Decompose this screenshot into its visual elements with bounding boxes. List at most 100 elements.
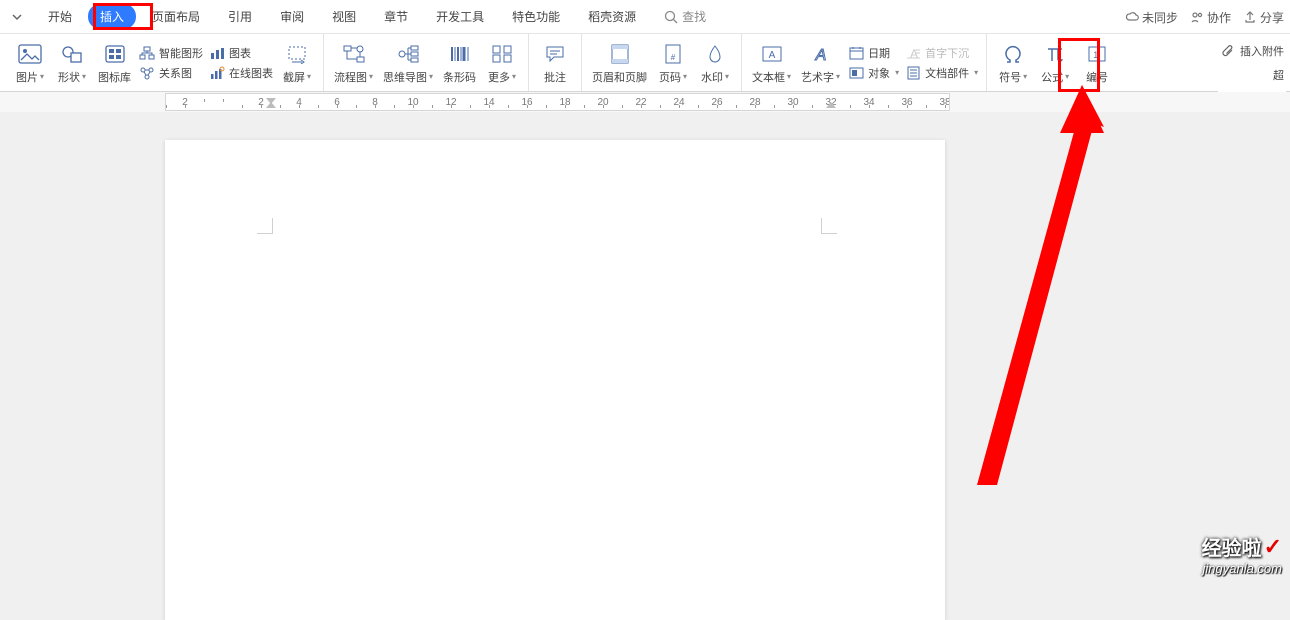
chart-button[interactable]: 图表 bbox=[207, 44, 275, 62]
chart-icon bbox=[209, 45, 225, 61]
comment-button[interactable]: 批注 bbox=[535, 39, 575, 87]
tab-pagelayout[interactable]: 页面布局 bbox=[140, 4, 212, 29]
relation-button[interactable]: 关系图 bbox=[137, 64, 205, 82]
search-label: 查找 bbox=[682, 8, 706, 25]
collab-label: 协作 bbox=[1207, 9, 1231, 26]
picture-button[interactable]: 图片▾ bbox=[10, 39, 50, 87]
ruler-tick: 2 bbox=[166, 97, 204, 108]
collab-button[interactable]: 协作 bbox=[1190, 9, 1231, 26]
picture-label: 图片 bbox=[16, 69, 38, 85]
watermark-title: 经验啦 bbox=[1202, 532, 1262, 561]
mindmap-button[interactable]: 思维导图▾ bbox=[379, 39, 437, 87]
comment-icon bbox=[542, 41, 568, 67]
object-button[interactable]: 对象▾ bbox=[846, 64, 901, 82]
onlinechart-button[interactable]: 在线图表 bbox=[207, 64, 275, 82]
smartart-button[interactable]: 智能图形 bbox=[137, 44, 205, 62]
tab-reference[interactable]: 引用 bbox=[216, 4, 264, 29]
svg-text:A: A bbox=[768, 50, 775, 61]
ruler-tick: 28 bbox=[736, 97, 774, 108]
chart-label: 图表 bbox=[229, 45, 251, 61]
pagenum-button[interactable]: # 页码▾ bbox=[653, 39, 693, 87]
svg-text:A: A bbox=[814, 47, 826, 64]
share-icon bbox=[1243, 10, 1257, 24]
paperclip-icon bbox=[1220, 43, 1236, 59]
ruler-area: 2 2 4 6 8 10 12 14 16 18 20 22 24 26 28 … bbox=[0, 92, 1290, 112]
wordart-icon: A bbox=[808, 41, 834, 67]
headerfooter-button[interactable]: 页眉和页脚 bbox=[588, 39, 651, 87]
svg-text:#: # bbox=[671, 53, 676, 62]
date-button[interactable]: 日期 bbox=[846, 44, 901, 62]
horizontal-ruler[interactable]: 2 2 4 6 8 10 12 14 16 18 20 22 24 26 28 … bbox=[165, 93, 950, 111]
tab-features[interactable]: 特色功能 bbox=[500, 4, 572, 29]
menu-dropdown[interactable] bbox=[8, 8, 26, 26]
dropcap-icon: A bbox=[905, 45, 921, 61]
tab-view[interactable]: 视图 bbox=[320, 4, 368, 29]
date-icon bbox=[848, 45, 864, 61]
numbering-button[interactable]: 1. 编号 bbox=[1077, 39, 1117, 87]
tab-review[interactable]: 审阅 bbox=[268, 4, 316, 29]
shapes-button[interactable]: 形状▾ bbox=[52, 39, 92, 87]
watermark-icon bbox=[702, 41, 728, 67]
watermark-label: 水印 bbox=[701, 69, 723, 85]
share-button[interactable]: 分享 bbox=[1243, 9, 1284, 26]
shapes-icon bbox=[59, 41, 85, 67]
indent-marker-right[interactable] bbox=[826, 94, 836, 111]
equation-button[interactable]: 公式▾ bbox=[1035, 39, 1075, 87]
chevron-down-icon bbox=[12, 12, 22, 22]
textbox-icon: A bbox=[759, 41, 785, 67]
document-page[interactable] bbox=[165, 140, 945, 620]
ribbon-group-diagrams: 流程图▾ 思维导图▾ 条形码 更多▾ bbox=[324, 34, 529, 91]
iconlib-button[interactable]: 图标库 bbox=[94, 39, 135, 87]
docparts-label: 文档部件 bbox=[925, 65, 969, 81]
smartart-icon bbox=[139, 45, 155, 61]
mindmap-label: 思维导图 bbox=[383, 69, 427, 85]
ribbon-group-text: A 文本框▾ A 艺术字▾ 日期 对象▾ A首字下沉 文档部件▾ bbox=[742, 34, 987, 91]
tab-chapter[interactable]: 章节 bbox=[372, 4, 420, 29]
barcode-button[interactable]: 条形码 bbox=[439, 39, 480, 87]
symbol-button[interactable]: 符号▾ bbox=[993, 39, 1033, 87]
onlinechart-icon bbox=[209, 65, 225, 81]
more-icon bbox=[489, 41, 515, 67]
relation-label: 关系图 bbox=[159, 65, 192, 81]
ruler-tick: 8 bbox=[356, 97, 394, 108]
docparts-button[interactable]: 文档部件▾ bbox=[903, 64, 980, 82]
ruler-tick: 10 bbox=[394, 97, 432, 108]
tab-insert[interactable]: 插入 bbox=[88, 4, 136, 29]
menubar: 开始 插入 页面布局 引用 审阅 视图 章节 开发工具 特色功能 稻壳资源 查找… bbox=[0, 0, 1290, 34]
more-label: 更多 bbox=[488, 69, 510, 85]
attachment-label: 插入附件 bbox=[1240, 43, 1284, 59]
wordart-label: 艺术字 bbox=[801, 69, 834, 85]
more-button[interactable]: 更多▾ bbox=[482, 39, 522, 87]
tab-resources[interactable]: 稻壳资源 bbox=[576, 4, 648, 29]
tab-devtools[interactable]: 开发工具 bbox=[424, 4, 496, 29]
hyperlink-button[interactable]: 超 bbox=[1271, 66, 1286, 84]
screenshot-icon bbox=[284, 41, 310, 67]
iconlib-label: 图标库 bbox=[98, 69, 131, 85]
flowchart-button[interactable]: 流程图▾ bbox=[330, 39, 377, 87]
picture-icon bbox=[17, 41, 43, 67]
margin-corner bbox=[257, 218, 273, 234]
indent-marker-left[interactable] bbox=[266, 94, 276, 111]
docparts-icon bbox=[905, 65, 921, 81]
ruler-tick: 18 bbox=[546, 97, 584, 108]
dropcap-button[interactable]: A首字下沉 bbox=[903, 44, 980, 62]
equation-label: 公式 bbox=[1041, 69, 1063, 85]
barcode-icon bbox=[447, 41, 473, 67]
sync-button[interactable]: 未同步 bbox=[1125, 9, 1178, 26]
margin-corner bbox=[821, 218, 837, 234]
screenshot-button[interactable]: 截屏▾ bbox=[277, 39, 317, 87]
ruler-tick: 4 bbox=[280, 97, 318, 108]
smartart-label: 智能图形 bbox=[159, 45, 203, 61]
wordart-button[interactable]: A 艺术字▾ bbox=[797, 39, 844, 87]
textbox-button[interactable]: A 文本框▾ bbox=[748, 39, 795, 87]
ruler-tick: 38 bbox=[926, 97, 950, 108]
symbol-label: 符号 bbox=[999, 69, 1021, 85]
tab-start[interactable]: 开始 bbox=[36, 4, 84, 29]
attachment-button[interactable]: 插入附件 bbox=[1218, 42, 1286, 60]
watermark-button[interactable]: 水印▾ bbox=[695, 39, 735, 87]
relation-icon bbox=[139, 65, 155, 81]
watermark-url: jingyanla.com bbox=[1202, 561, 1282, 576]
barcode-label: 条形码 bbox=[443, 69, 476, 85]
flowchart-label: 流程图 bbox=[334, 69, 367, 85]
search-button[interactable]: 查找 bbox=[664, 8, 706, 25]
